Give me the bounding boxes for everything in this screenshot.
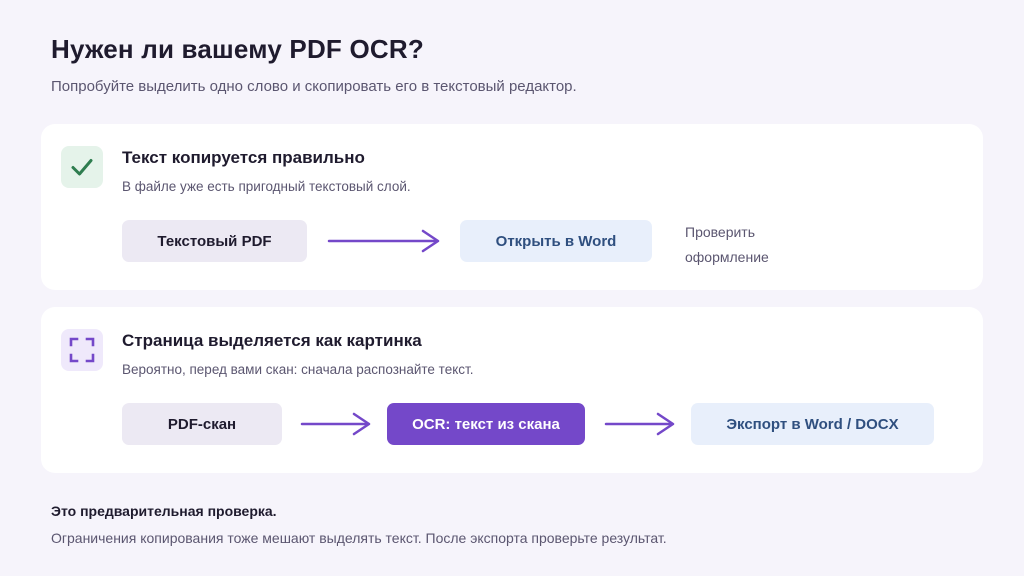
page-frame: Нужен ли вашему PDF OCR? Попробуйте выде… bbox=[0, 0, 1024, 576]
card-title: Текст копируется правильно bbox=[122, 148, 365, 167]
checkmark-icon bbox=[71, 159, 93, 176]
card-text-copies: Текст копируется правильно В файле уже е… bbox=[41, 124, 983, 290]
scan-frame-icon bbox=[69, 337, 95, 363]
export-word-docx-button[interactable]: Экспорт в Word / DOCX bbox=[691, 403, 934, 445]
check-formatting-note: Проверить оформление bbox=[685, 224, 769, 265]
step-text-pdf[interactable]: Текстовый PDF bbox=[122, 220, 307, 262]
scan-badge bbox=[61, 329, 103, 371]
card-page-as-image: Страница выделяется как картинка Вероятн… bbox=[41, 307, 983, 473]
footer-title: Это предварительная проверка. bbox=[51, 503, 277, 519]
footer-text: Ограничения копирования тоже мешают выде… bbox=[51, 530, 667, 546]
step-pdf-scan[interactable]: PDF-скан bbox=[122, 403, 282, 445]
page-subtitle: Попробуйте выделить одно слово и скопиро… bbox=[51, 78, 577, 95]
open-in-word-button[interactable]: Открыть в Word bbox=[460, 220, 652, 262]
card-description: Вероятно, перед вами скан: сначала распо… bbox=[122, 362, 474, 377]
page-title: Нужен ли вашему PDF OCR? bbox=[51, 34, 424, 64]
ocr-button[interactable]: OCR: текст из скана bbox=[387, 403, 585, 445]
card-title: Страница выделяется как картинка bbox=[122, 331, 422, 350]
checkmark-badge bbox=[61, 146, 103, 188]
arrow-right-icon bbox=[327, 229, 440, 253]
arrow-right-icon bbox=[300, 412, 371, 436]
arrow-right-icon bbox=[604, 412, 675, 436]
card-description: В файле уже есть пригодный текстовый сло… bbox=[122, 179, 411, 194]
